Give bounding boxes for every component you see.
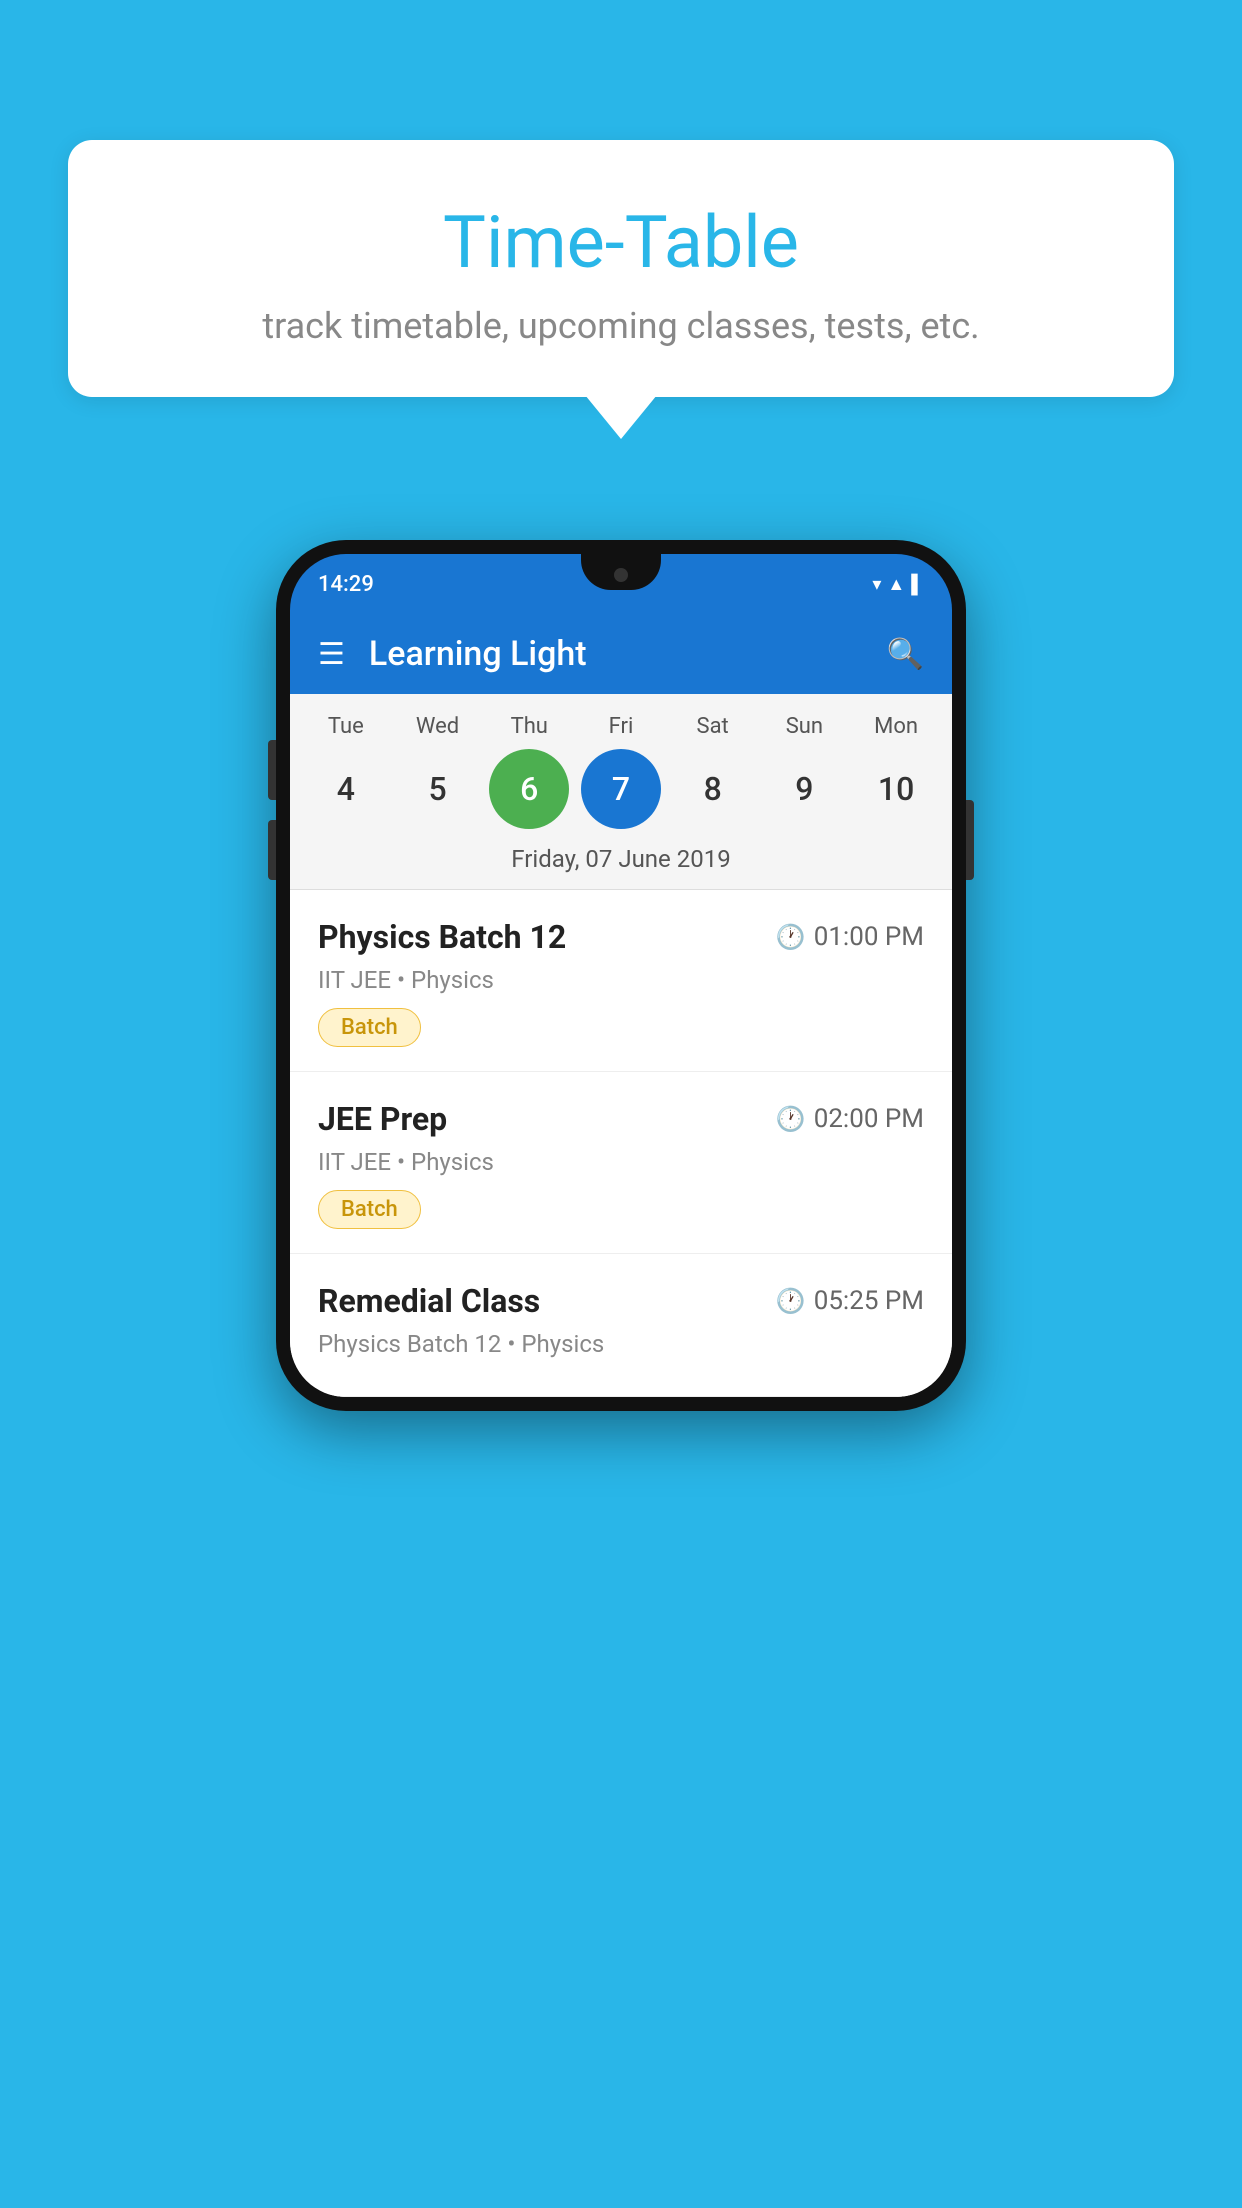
- schedule-time-0: 🕐01:00 PM: [776, 922, 924, 952]
- speech-bubble-container: Time-Table track timetable, upcoming cla…: [68, 140, 1174, 397]
- status-time: 14:29: [318, 572, 374, 597]
- battery-icon: ▌: [911, 574, 924, 595]
- hamburger-icon[interactable]: ☰: [318, 637, 345, 672]
- bubble-subtitle: track timetable, upcoming classes, tests…: [108, 305, 1134, 347]
- day-header-sat: Sat: [673, 714, 753, 739]
- schedule-subtitle-1: IIT JEE • Physics: [318, 1148, 924, 1176]
- app-bar: ☰ Learning Light 🔍: [290, 614, 952, 694]
- schedule-title-0: Physics Batch 12: [318, 918, 566, 956]
- day-numbers: 45678910: [290, 739, 952, 845]
- day-header-fri: Fri: [581, 714, 661, 739]
- search-icon[interactable]: 🔍: [887, 637, 924, 672]
- day-number-6[interactable]: 6: [489, 749, 569, 829]
- schedule-time-1: 🕐02:00 PM: [776, 1104, 924, 1134]
- bubble-title: Time-Table: [108, 200, 1134, 285]
- notch: [581, 554, 661, 590]
- signal-icon: ▲: [887, 574, 905, 595]
- phone-mockup: 14:29 ▾ ▲ ▌ ☰ Learning Light 🔍 Tue Wed Thu…: [276, 540, 966, 1411]
- phone-container: 14:29 ▾ ▲ ▌ ☰ Learning Light 🔍 Tue Wed Thu…: [276, 540, 966, 1411]
- day-number-7[interactable]: 7: [581, 749, 661, 829]
- volume-button-1: [268, 740, 276, 800]
- schedule-item-header-2: Remedial Class 🕐05:25 PM: [318, 1282, 924, 1320]
- speech-bubble: Time-Table track timetable, upcoming cla…: [68, 140, 1174, 397]
- day-header-tue: Tue: [306, 714, 386, 739]
- batch-badge-0: Batch: [318, 1008, 421, 1047]
- schedule-item-2[interactable]: Remedial Class 🕐05:25 PM Physics Batch 12 …: [290, 1254, 952, 1397]
- calendar-strip: Tue Wed Thu Fri Sat Sun Mon 45678910 Friday, 0…: [290, 694, 952, 890]
- schedule-item-0[interactable]: Physics Batch 12 🕐01:00 PM IIT JEE • Physi…: [290, 890, 952, 1072]
- power-button: [966, 800, 974, 880]
- schedule-subtitle-0: IIT JEE • Physics: [318, 966, 924, 994]
- schedule-item-header-1: JEE Prep 🕐02:00 PM: [318, 1100, 924, 1138]
- status-icons: ▾ ▲ ▌: [872, 574, 924, 595]
- day-header-sun: Sun: [764, 714, 844, 739]
- day-number-8[interactable]: 8: [673, 749, 753, 829]
- day-number-5[interactable]: 5: [398, 749, 478, 829]
- schedule-subtitle-2: Physics Batch 12 • Physics: [318, 1330, 924, 1358]
- day-header-wed: Wed: [398, 714, 478, 739]
- volume-button-2: [268, 820, 276, 880]
- day-number-9[interactable]: 9: [764, 749, 844, 829]
- day-number-4[interactable]: 4: [306, 749, 386, 829]
- clock-icon: 🕐: [776, 1105, 806, 1133]
- schedule-title-1: JEE Prep: [318, 1100, 447, 1138]
- schedule-item-header-0: Physics Batch 12 🕐01:00 PM: [318, 918, 924, 956]
- schedule-list: Physics Batch 12 🕐01:00 PM IIT JEE • Physi…: [290, 890, 952, 1397]
- schedule-time-2: 🕐05:25 PM: [776, 1286, 924, 1316]
- clock-icon: 🕐: [776, 923, 806, 951]
- selected-date-label: Friday, 07 June 2019: [290, 845, 952, 890]
- schedule-title-2: Remedial Class: [318, 1282, 540, 1320]
- batch-badge-1: Batch: [318, 1190, 421, 1229]
- phone-screen: Tue Wed Thu Fri Sat Sun Mon 45678910 Friday, 0…: [290, 694, 952, 1397]
- day-headers: Tue Wed Thu Fri Sat Sun Mon: [290, 714, 952, 739]
- day-number-10[interactable]: 10: [856, 749, 936, 829]
- day-header-thu: Thu: [489, 714, 569, 739]
- camera: [614, 568, 628, 582]
- day-header-mon: Mon: [856, 714, 936, 739]
- wifi-icon: ▾: [872, 574, 881, 595]
- app-title: Learning Light: [369, 634, 863, 674]
- clock-icon: 🕐: [776, 1287, 806, 1315]
- schedule-item-1[interactable]: JEE Prep 🕐02:00 PM IIT JEE • Physics Batch: [290, 1072, 952, 1254]
- status-bar: 14:29 ▾ ▲ ▌: [290, 554, 952, 614]
